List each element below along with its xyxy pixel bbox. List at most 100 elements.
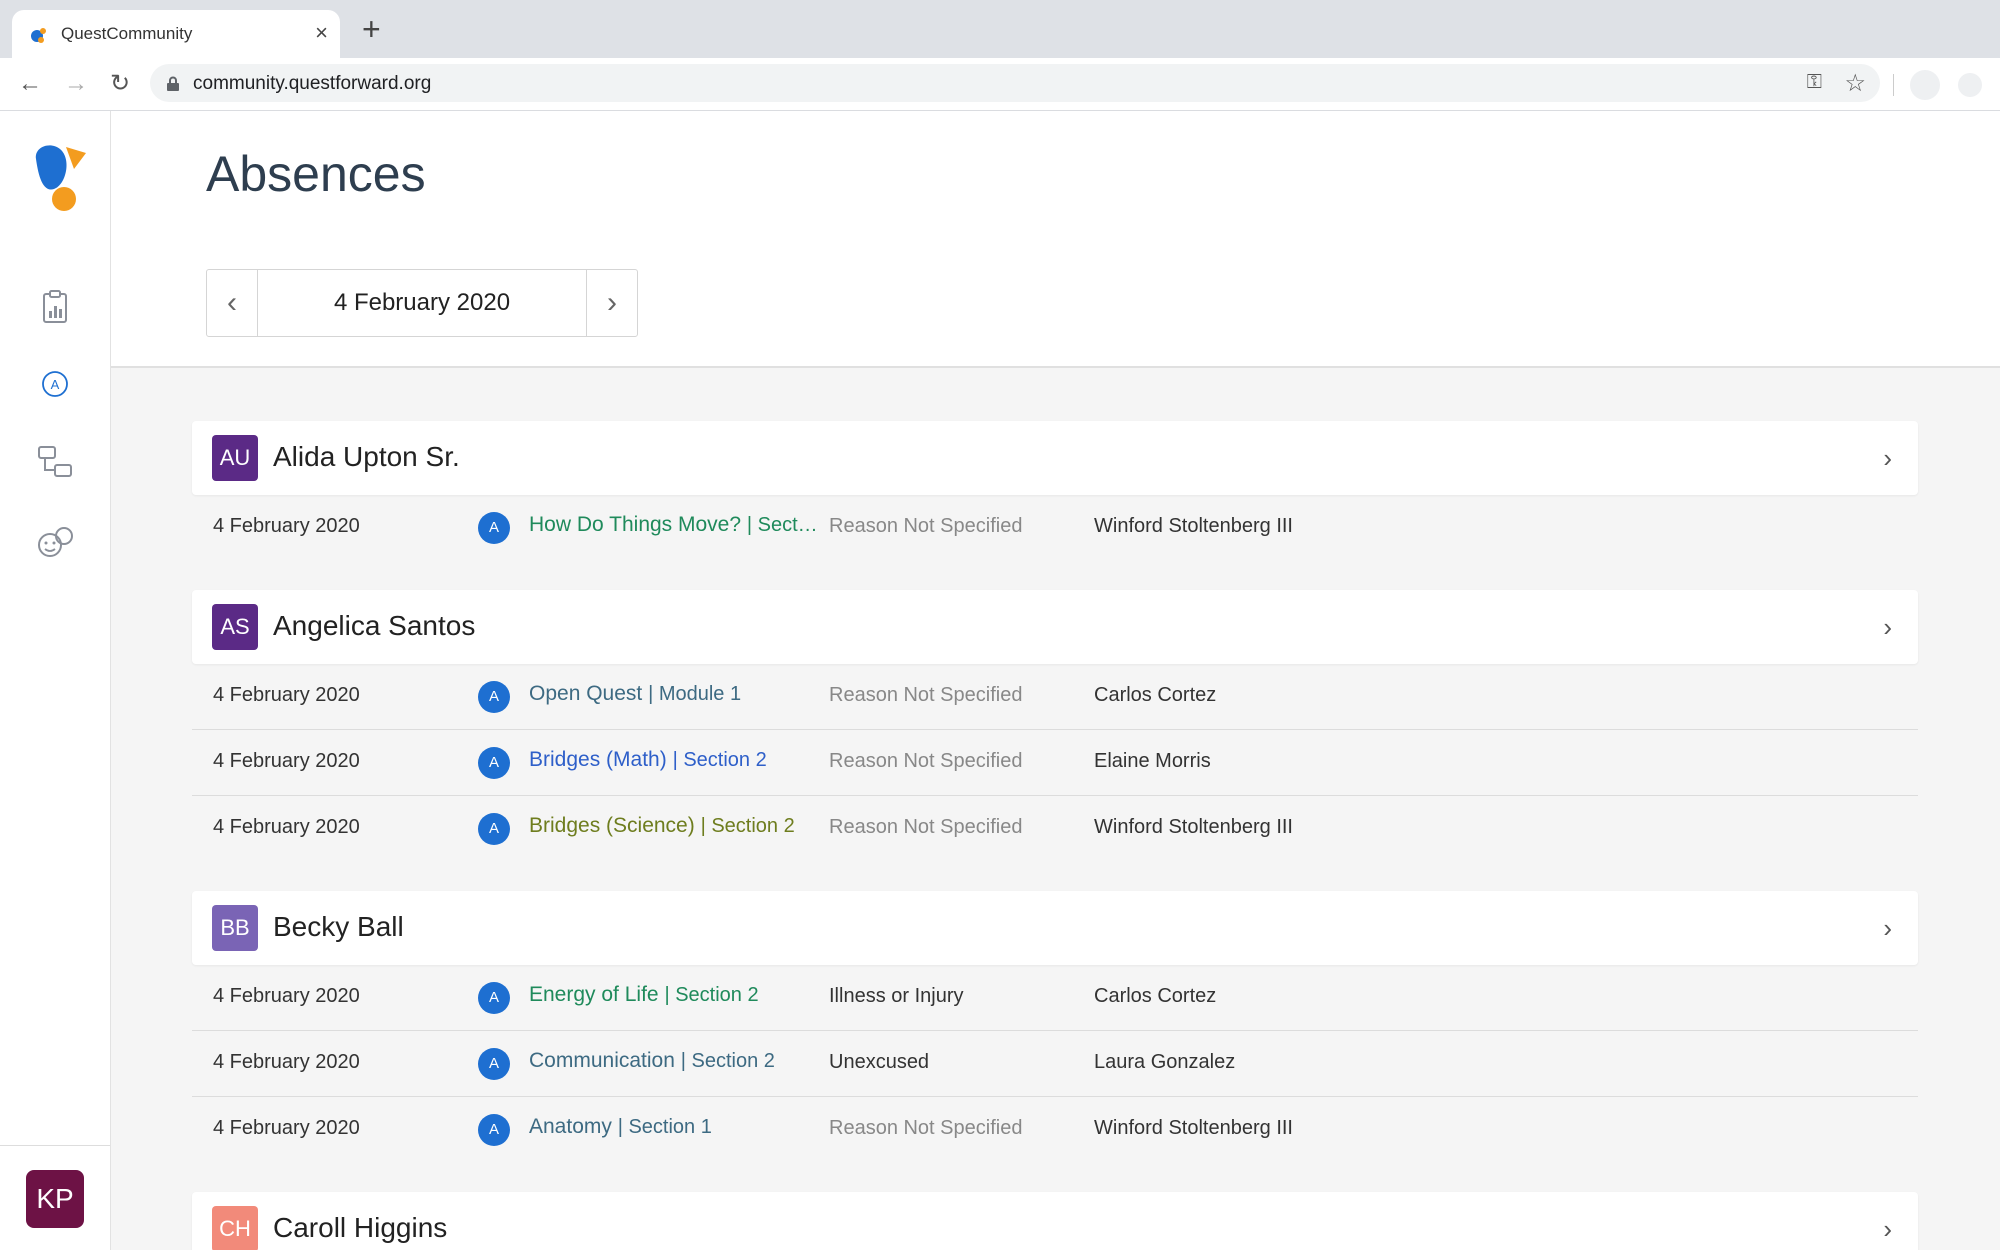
- teacher-name: Carlos Cortez: [1094, 684, 1217, 706]
- svg-text:A: A: [51, 377, 60, 392]
- groups-icon[interactable]: [35, 443, 75, 483]
- absence-row: 4 February 2020 A Open Quest | Module 1 …: [192, 664, 1918, 730]
- course-name: Energy of Life: [529, 983, 659, 1006]
- current-date[interactable]: 4 February 2020: [258, 270, 586, 336]
- absence-reason: Reason Not Specified: [829, 1117, 1023, 1139]
- absence-date: 4 February 2020: [213, 515, 360, 537]
- students-faces-icon[interactable]: [35, 523, 75, 563]
- teacher-name: Elaine Morris: [1094, 750, 1211, 772]
- sidebar: A KP: [0, 111, 111, 1250]
- attendance-badge-icon: A: [478, 747, 510, 779]
- page-title: Absences: [206, 146, 426, 202]
- student-initials-avatar: AU: [212, 435, 258, 481]
- password-key-icon[interactable]: ⚿: [1807, 71, 1822, 94]
- tab-title: QuestCommunity: [61, 24, 193, 43]
- attendance-badge-icon: A: [478, 1114, 510, 1146]
- course-section: | Section 2: [664, 984, 759, 1006]
- course-section: | Section 2: [672, 749, 767, 771]
- teacher-name: Carlos Cortez: [1094, 985, 1217, 1007]
- absence-reason: Reason Not Specified: [829, 684, 1023, 706]
- forward-arrow-icon[interactable]: →: [60, 68, 92, 100]
- bookmark-star-icon[interactable]: ☆: [1844, 69, 1866, 98]
- course-link[interactable]: Anatomy | Section 1: [529, 1115, 712, 1139]
- student-header[interactable]: AS Angelica Santos ›: [192, 590, 1918, 664]
- absences-list: AU Alida Upton Sr. › 4 February 2020 A H…: [111, 368, 2000, 1250]
- absence-date: 4 February 2020: [213, 985, 360, 1007]
- questcommunity-favicon-icon: [31, 28, 46, 43]
- attendance-badge-icon: A: [478, 512, 510, 544]
- teacher-name: Winford Stoltenberg III: [1094, 816, 1293, 838]
- attendance-badge-icon: A: [478, 813, 510, 845]
- profile-icon[interactable]: [1958, 73, 1982, 97]
- url-text: community.questforward.org: [193, 73, 432, 94]
- reports-clipboard-icon[interactable]: [35, 287, 75, 327]
- absence-row: 4 February 2020 A Bridges (Science) | Se…: [192, 796, 1918, 861]
- course-name: Anatomy: [529, 1115, 612, 1138]
- reload-icon[interactable]: ↻: [104, 68, 136, 100]
- course-section: | Section 2: [700, 815, 795, 837]
- browser-tab[interactable]: QuestCommunity ×: [12, 10, 340, 58]
- absence-row: 4 February 2020 A Anatomy | Section 1 Re…: [192, 1097, 1918, 1162]
- teacher-name: Laura Gonzalez: [1094, 1051, 1236, 1073]
- absence-row: 4 February 2020 A Energy of Life | Secti…: [192, 965, 1918, 1031]
- attendance-badge-icon: A: [478, 1048, 510, 1080]
- attendance-badge-icon: A: [478, 982, 510, 1014]
- quest-logo-icon[interactable]: [30, 141, 90, 213]
- chevron-right-icon: ›: [1883, 1214, 1892, 1244]
- attendance-a-icon[interactable]: A: [35, 364, 75, 404]
- user-avatar[interactable]: KP: [26, 1170, 84, 1228]
- absence-date: 4 February 2020: [213, 816, 360, 838]
- absence-reason: Illness or Injury: [829, 985, 964, 1007]
- absence-reason: Unexcused: [829, 1051, 930, 1073]
- student-initials-avatar: BB: [212, 905, 258, 951]
- teacher-name: Winford Stoltenberg III: [1094, 1117, 1293, 1139]
- tab-close-icon[interactable]: ×: [315, 20, 328, 46]
- student-name: Angelica Santos: [273, 610, 476, 641]
- course-name: Bridges (Science): [529, 814, 695, 837]
- student-header[interactable]: CH Caroll Higgins ›: [192, 1192, 1918, 1250]
- course-link[interactable]: Open Quest | Module 1: [529, 682, 741, 706]
- course-section: | Section 2: [680, 1050, 775, 1072]
- sidebar-divider: [0, 1145, 110, 1146]
- course-section: | Module 1: [648, 683, 742, 705]
- back-arrow-icon[interactable]: ←: [14, 68, 46, 100]
- absence-reason: Reason Not Specified: [829, 816, 1023, 838]
- student-header[interactable]: BB Becky Ball ›: [192, 891, 1918, 965]
- date-bar: ‹ 4 February 2020 ›: [111, 240, 2000, 368]
- chevron-right-icon: ›: [1883, 443, 1892, 473]
- course-name: Bridges (Math): [529, 748, 667, 771]
- student-header[interactable]: AU Alida Upton Sr. ›: [192, 421, 1918, 495]
- absence-row: 4 February 2020 A Bridges (Math) | Secti…: [192, 730, 1918, 796]
- student-initials-avatar: CH: [212, 1206, 258, 1250]
- course-name: How Do Things Move?: [529, 513, 742, 536]
- course-link[interactable]: Communication | Section 2: [529, 1049, 775, 1073]
- course-link[interactable]: Energy of Life | Section 2: [529, 983, 759, 1007]
- course-section: | Section 1: [617, 1116, 712, 1138]
- attendance-badge-icon: A: [478, 681, 510, 713]
- page-header: Absences: [111, 111, 2000, 241]
- course-link[interactable]: Bridges (Science) | Section 2: [529, 814, 795, 838]
- absence-date: 4 February 2020: [213, 684, 360, 706]
- lock-icon: [167, 76, 179, 91]
- absence-date: 4 February 2020: [213, 1117, 360, 1139]
- absence-row: 4 February 2020 A How Do Things Move? | …: [192, 495, 1918, 560]
- chevron-right-icon: ›: [1883, 913, 1892, 943]
- student-name: Alida Upton Sr.: [273, 441, 460, 472]
- absence-date: 4 February 2020: [213, 1051, 360, 1073]
- browser-toolbar: ← → ↻ community.questforward.org ⚿ ☆: [0, 58, 2000, 111]
- teacher-name: Winford Stoltenberg III: [1094, 515, 1293, 537]
- course-name: Open Quest: [529, 682, 643, 705]
- course-link[interactable]: Bridges (Math) | Section 2: [529, 748, 767, 772]
- student-name: Becky Ball: [273, 911, 404, 942]
- absence-date: 4 February 2020: [213, 750, 360, 772]
- absence-reason: Reason Not Specified: [829, 515, 1023, 537]
- extension-icon[interactable]: [1910, 70, 1940, 100]
- course-link[interactable]: How Do Things Move? | Sect…: [529, 513, 818, 537]
- browser-tabstrip: QuestCommunity × +: [0, 0, 2000, 58]
- chevron-right-icon: ›: [1883, 612, 1892, 642]
- new-tab-icon[interactable]: +: [362, 13, 381, 45]
- previous-day-button[interactable]: ‹: [207, 270, 258, 336]
- student-name: Caroll Higgins: [273, 1212, 448, 1243]
- address-bar[interactable]: community.questforward.org ⚿ ☆: [150, 64, 1880, 102]
- next-day-button[interactable]: ›: [586, 270, 637, 336]
